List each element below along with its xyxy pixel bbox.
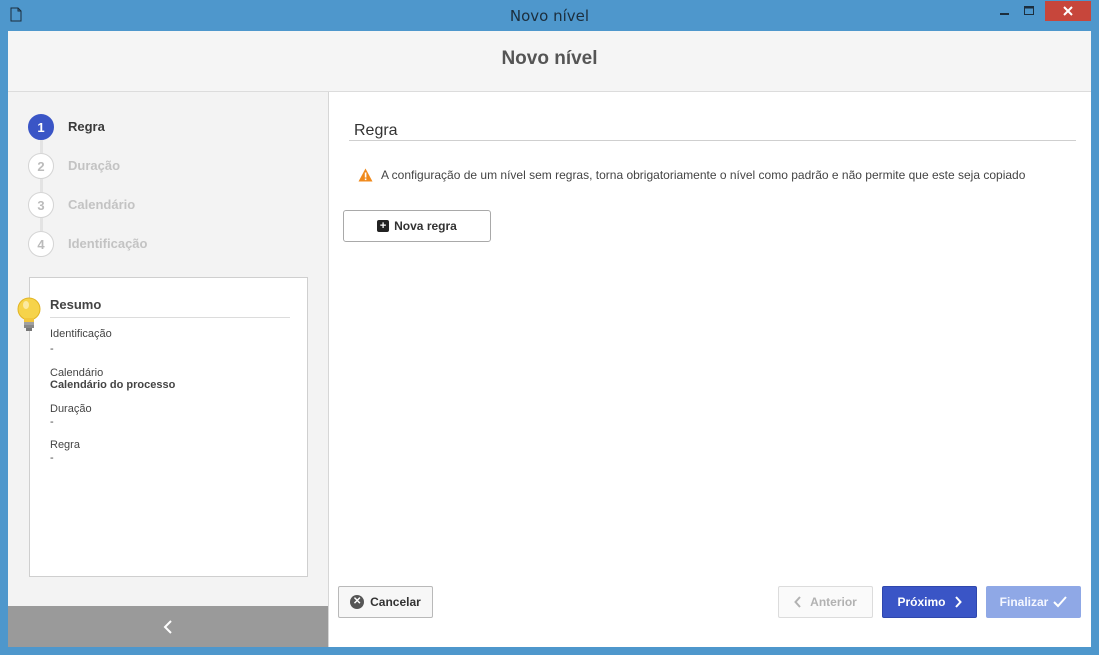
finish-label: Finalizar	[999, 595, 1049, 609]
checkmark-icon	[1053, 596, 1068, 608]
step-number: 3	[28, 192, 54, 218]
cancel-button[interactable]: ✕ Cancelar	[338, 586, 433, 618]
warning-message: A configuração de um nível sem regras, t…	[358, 168, 1025, 182]
wizard-content: Regra A configuração de um nível sem reg…	[329, 92, 1091, 647]
next-button[interactable]: Próximo	[882, 586, 977, 618]
step-label: Regra	[68, 119, 105, 134]
summary-calendario-value: Calendário do processo	[50, 379, 176, 391]
step-label: Identificação	[68, 236, 148, 251]
step-duracao[interactable]: 2 Duração	[28, 153, 278, 181]
step-connector	[40, 218, 43, 231]
step-connector	[40, 140, 43, 153]
step-connector	[40, 179, 43, 192]
maximize-icon	[1024, 6, 1034, 15]
dialog-body: Novo nível 1 Regra 2 Duração 3 Calendári…	[8, 31, 1091, 647]
next-label: Próximo	[897, 595, 946, 609]
step-regra[interactable]: 1 Regra	[28, 114, 278, 142]
cancel-icon: ✕	[350, 595, 365, 609]
step-number: 4	[28, 231, 54, 257]
step-label: Duração	[68, 158, 121, 173]
summary-duracao-label: Duração	[50, 403, 92, 415]
step-number: 2	[28, 153, 54, 179]
lightbulb-icon	[17, 297, 41, 331]
summary-regra-label: Regra	[50, 439, 80, 451]
section-title: Regra	[354, 122, 398, 139]
window-title: Novo nível	[509, 7, 590, 25]
dialog-window: Novo nível Novo nível 1 Regra 2 Duração …	[0, 0, 1099, 655]
minimize-icon	[1000, 13, 1009, 15]
finish-button[interactable]: Finalizar	[986, 586, 1081, 618]
chevron-right-icon	[954, 596, 962, 608]
step-number: 1	[28, 114, 54, 140]
previous-button[interactable]: Anterior	[778, 586, 873, 618]
summary-title: Resumo	[50, 297, 102, 312]
close-icon	[1063, 6, 1073, 16]
chevron-left-icon	[163, 619, 172, 634]
title-bar: Novo nível	[0, 0, 1099, 31]
new-rule-button[interactable]: + Nova regra	[343, 210, 491, 242]
collapse-sidebar-button[interactable]	[8, 606, 328, 647]
page-title: Novo nível	[501, 48, 598, 69]
warning-icon	[358, 168, 373, 182]
section-divider	[349, 140, 1076, 141]
summary-regra-value: -	[50, 452, 54, 464]
wizard-sidebar: 1 Regra 2 Duração 3 Calendário 4 Identif…	[8, 92, 329, 647]
chevron-left-icon	[794, 596, 801, 608]
step-label: Calendário	[68, 197, 136, 212]
close-button[interactable]	[1045, 1, 1091, 21]
warning-text: A configuração de um nível sem regras, t…	[381, 168, 1026, 182]
summary-panel: Resumo Identificação - Calendário Calend…	[17, 277, 308, 577]
wizard-header: Novo nível	[8, 31, 1091, 92]
step-identificacao[interactable]: 4 Identificação	[28, 231, 278, 259]
plus-icon: +	[377, 220, 390, 232]
summary-divider	[50, 317, 290, 318]
summary-identificacao-label: Identificação	[50, 328, 112, 340]
cancel-label: Cancelar	[370, 595, 421, 609]
summary-calendario-label: Calendário	[50, 367, 104, 379]
summary-duracao-value: -	[50, 416, 54, 428]
new-rule-label: Nova regra	[394, 219, 457, 233]
step-calendario[interactable]: 3 Calendário	[28, 192, 278, 220]
maximize-button[interactable]	[1018, 1, 1040, 21]
previous-label: Anterior	[810, 595, 857, 609]
minimize-button[interactable]	[994, 1, 1016, 21]
summary-identificacao-value: -	[50, 343, 54, 355]
